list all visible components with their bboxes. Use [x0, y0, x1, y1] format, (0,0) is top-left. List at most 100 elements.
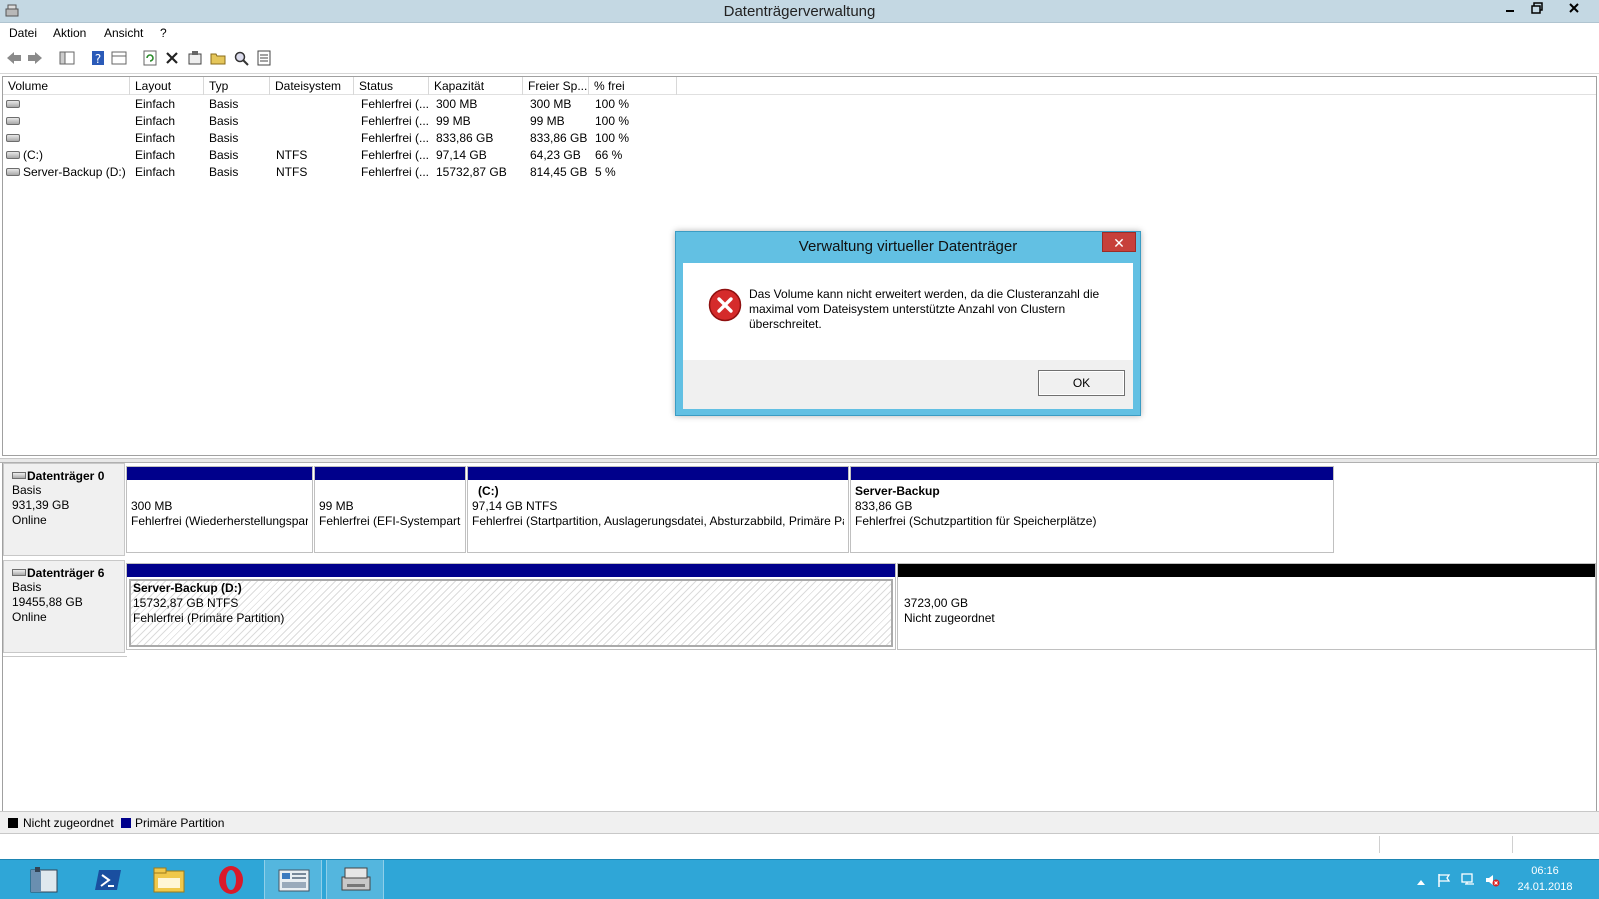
partition-title — [131, 484, 308, 499]
volume-filesystem — [276, 96, 354, 113]
partition-status: Fehlerfrei (Startpartition, Auslagerungs… — [472, 514, 844, 528]
volume-percent-free: 100 % — [595, 131, 630, 145]
column-header-prozent-frei[interactable]: % frei — [589, 77, 677, 95]
disk-type: Basis — [12, 483, 42, 497]
taskbar-powershell[interactable] — [78, 860, 136, 899]
taskbar-server-manager[interactable] — [16, 860, 74, 899]
taskbar-clock[interactable]: 06:16 24.01.2018 — [1510, 863, 1580, 895]
partition-status: Nicht zugeordnet — [904, 611, 995, 625]
partition-size: 3723,00 GB — [904, 596, 969, 610]
volume-filesystem: NTFS — [276, 148, 308, 162]
back-icon[interactable] — [5, 49, 23, 67]
volume-type: Basis — [209, 97, 239, 111]
unallocated-bar — [898, 564, 1595, 577]
dialog-message: Das Volume kann nicht erweitert werden, … — [749, 287, 1100, 331]
close-icon: ✕ — [1113, 235, 1125, 251]
partition-unallocated[interactable]: 3723,00 GB Nicht zugeordnet — [897, 563, 1596, 650]
column-header-typ[interactable]: Typ — [204, 77, 270, 95]
forward-icon[interactable] — [26, 49, 44, 67]
menu-help[interactable]: ? — [160, 26, 167, 40]
partition-efi[interactable]: 99 MB Fehlerfrei (EFI-Systempartit — [314, 466, 466, 553]
partition-status: Fehlerfrei (Wiederherstellungspart — [131, 514, 308, 528]
ok-button[interactable]: OK — [1038, 370, 1125, 396]
column-header-status[interactable]: Status — [354, 77, 429, 95]
show-hidden-icons-icon[interactable] — [1413, 874, 1429, 890]
minimize-button[interactable] — [1496, 0, 1523, 20]
legend: Nicht zugeordnet Primäre Partition — [0, 811, 1599, 833]
partition-title: (C:) — [478, 484, 499, 498]
legend-swatch-unallocated — [8, 818, 18, 828]
server-manager-icon — [30, 867, 58, 893]
volume-type: Basis — [209, 131, 239, 145]
partition-c[interactable]: (C:) 97,14 GB NTFS Fehlerfrei (Startpartit… — [467, 466, 849, 553]
volume-capacity: 833,86 GB — [436, 131, 494, 145]
primary-partition-bar — [127, 564, 895, 577]
taskbar-file-explorer[interactable] — [140, 860, 198, 899]
partition-size: 99 MB — [319, 499, 354, 513]
volume-free-space: 300 MB — [530, 97, 572, 111]
restore-button[interactable] — [1523, 0, 1550, 20]
table-row[interactable]: Server-Backup (D:) Einfach Basis NTFS Fehler… — [3, 164, 1596, 181]
volume-free-space: 814,45 GB — [530, 165, 588, 179]
menu-ansicht[interactable]: Ansicht — [104, 26, 143, 40]
partition-status: Fehlerfrei (EFI-Systempartit — [319, 514, 461, 528]
column-header-volume[interactable]: Volume — [3, 77, 130, 95]
menu-datei[interactable]: Datei — [9, 26, 37, 40]
taskbar-disk-management[interactable] — [326, 860, 384, 899]
column-header-freier-speicher[interactable]: Freier Sp... — [523, 77, 589, 95]
dialog-close-button[interactable]: ✕ — [1102, 232, 1136, 252]
network-icon[interactable] — [1460, 872, 1476, 888]
console-tree-icon[interactable] — [58, 49, 76, 67]
close-button[interactable] — [1551, 0, 1596, 20]
volume-capacity: 99 MB — [436, 114, 471, 128]
control-panel-icon — [278, 869, 310, 892]
partition-recovery[interactable]: 300 MB Fehlerfrei (Wiederherstellungspart — [126, 466, 313, 553]
taskbar-opera[interactable] — [202, 860, 260, 899]
status-separator — [1379, 836, 1380, 853]
volume-status: Fehlerfrei (... — [361, 131, 429, 145]
delete-icon[interactable] — [163, 49, 181, 67]
table-row[interactable]: Einfach Basis Fehlerfrei (... 300 MB 300 MB 1… — [3, 96, 1596, 113]
column-header-kapazitaet[interactable]: Kapazität — [429, 77, 523, 95]
legend-label-primary: Primäre Partition — [135, 816, 225, 830]
partition-server-backup-d[interactable]: Server-Backup (D:) 15732,87 GB NTFS Fehler… — [126, 563, 896, 650]
taskbar-control-panel[interactable] — [264, 860, 322, 899]
column-header-layout[interactable]: Layout — [130, 77, 204, 95]
volume-status: Fehlerfrei (... — [361, 165, 429, 179]
table-row[interactable]: (C:) Einfach Basis NTFS Fehlerfrei (... 97,14… — [3, 147, 1596, 164]
volume-status: Fehlerfrei (... — [361, 97, 429, 111]
window-title: Datenträgerverwaltung — [723, 3, 876, 20]
table-row[interactable]: Einfach Basis Fehlerfrei (... 99 MB 99 MB 100… — [3, 113, 1596, 130]
volume-list-header: Volume Layout Typ Dateisystem Status Kap… — [3, 77, 1596, 95]
table-row[interactable]: Einfach Basis Fehlerfrei (... 833,86 GB 833,… — [3, 130, 1596, 147]
search-icon[interactable] — [232, 49, 250, 67]
taskbar: 06:16 24.01.2018 — [0, 859, 1599, 899]
settings-list-icon[interactable] — [255, 49, 273, 67]
volume-status: Fehlerfrei (... — [361, 114, 429, 128]
volume-status: Fehlerfrei (... — [361, 148, 429, 162]
disk-6-label[interactable]: Datenträger 6 Basis 19455,88 GB Online — [3, 560, 125, 653]
volume-capacity: 97,14 GB — [436, 148, 487, 162]
partition-size: 833,86 GB — [855, 499, 913, 513]
properties-pane-icon[interactable] — [110, 49, 128, 67]
properties-icon[interactable] — [186, 49, 204, 67]
action-center-flag-icon[interactable] — [1436, 872, 1452, 888]
volume-muted-icon[interactable] — [1484, 872, 1500, 888]
toolbar: ? — [0, 44, 1599, 74]
volume-percent-free: 5 % — [595, 165, 616, 179]
open-folder-icon[interactable] — [209, 49, 227, 67]
volume-type: Basis — [209, 165, 239, 179]
volume-capacity: 300 MB — [436, 97, 478, 111]
volume-capacity: 15732,87 GB — [436, 165, 507, 179]
help-icon[interactable]: ? — [89, 49, 107, 67]
dialog-body: Das Volume kann nicht erweitert werden, … — [683, 263, 1133, 360]
disk-0-label[interactable]: Datenträger 0 Basis 931,39 GB Online — [3, 463, 125, 556]
column-header-dateisystem[interactable]: Dateisystem — [270, 77, 354, 95]
svg-text:?: ? — [95, 52, 101, 66]
refresh-icon[interactable] — [141, 49, 159, 67]
volume-name: Server-Backup (D:) — [23, 165, 126, 179]
disk-state: Online — [12, 513, 47, 527]
disk-map: Datenträger 0 Basis 931,39 GB Online 300… — [2, 463, 1597, 811]
menu-aktion[interactable]: Aktion — [53, 26, 86, 40]
partition-server-backup-protective[interactable]: Server-Backup 833,86 GB Fehlerfrei (Schutz… — [850, 466, 1334, 553]
